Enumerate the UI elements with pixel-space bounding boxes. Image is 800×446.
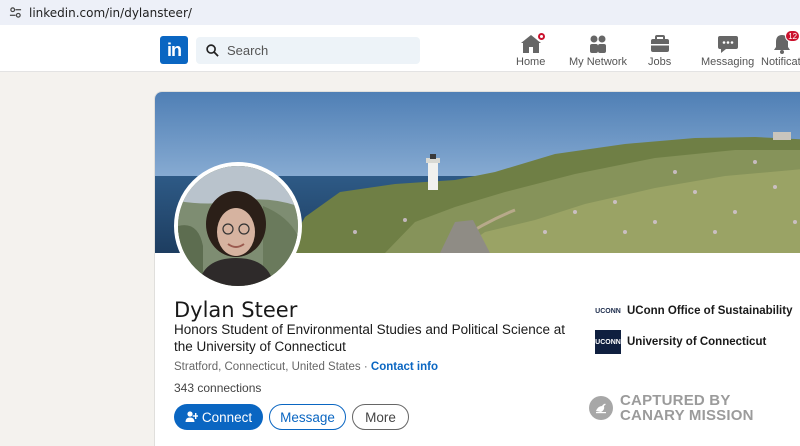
connections-count[interactable]: 343 connections — [174, 381, 261, 395]
org-name: UConn Office of Sustainability — [627, 305, 793, 317]
nav-item-notifications-label: Notificati — [761, 56, 800, 68]
connect-button-label: Connect — [201, 409, 253, 425]
notifications-count-badge: 12 — [785, 30, 800, 42]
contact-info-link[interactable]: Contact info — [371, 361, 438, 373]
search-box[interactable] — [196, 37, 420, 64]
canary-bird-icon — [589, 396, 613, 420]
profile-location: Stratford, Connecticut, United States — [174, 361, 361, 373]
nav-item-home[interactable]: Home — [516, 31, 547, 70]
home-icon — [520, 31, 547, 54]
watermark-line-1: CAPTURED BY — [620, 392, 731, 409]
more-button[interactable]: More — [352, 404, 409, 430]
nav-item-home-label: Home — [516, 56, 546, 68]
network-icon — [587, 34, 609, 54]
org-university-of-connecticut[interactable]: UCONN University of Connecticut — [595, 330, 766, 354]
profile-name: Dylan Steer — [174, 298, 298, 322]
location-separator: · — [363, 361, 368, 373]
briefcase-icon — [649, 34, 671, 54]
nav-item-jobs-label: Jobs — [648, 56, 672, 68]
search-icon — [206, 44, 219, 57]
home-notification-dot — [535, 31, 547, 42]
uconn-logo: UCONN — [595, 330, 621, 354]
site-settings-icon[interactable] — [8, 6, 22, 20]
nav-item-notifications[interactable]: 12 Notificati — [761, 30, 800, 70]
message-button[interactable]: Message — [269, 404, 346, 430]
org-uconn-sustainability[interactable]: UCONN UConn Office of Sustainability — [595, 299, 792, 323]
watermark-line-2: CANARY MISSION — [620, 407, 754, 424]
search-input[interactable] — [227, 43, 407, 58]
uconn-logo: UCONN — [595, 299, 621, 323]
top-navigation: in Home My Network Jobs Messaging 12 — [0, 25, 800, 72]
profile-headline: Honors Student of Environmental Studies … — [174, 322, 565, 354]
url-text[interactable]: linkedin.com/in/dylansteer/ — [29, 6, 192, 20]
profile-avatar[interactable] — [174, 162, 302, 290]
nav-item-messaging-label: Messaging — [701, 56, 755, 68]
org-name: University of Connecticut — [627, 336, 767, 348]
linkedin-logo[interactable]: in — [160, 36, 188, 64]
browser-url-bar[interactable]: linkedin.com/in/dylansteer/ — [0, 0, 800, 25]
connect-button[interactable]: Connect — [174, 404, 263, 430]
nav-item-my-network-label: My Network — [569, 56, 628, 68]
bell-icon: 12 — [771, 30, 800, 54]
messaging-icon — [717, 34, 739, 54]
nav-item-my-network[interactable]: My Network — [569, 34, 627, 70]
profile-location-row: Stratford, Connecticut, United States · … — [174, 361, 438, 373]
add-person-icon — [185, 411, 198, 422]
canary-mission-watermark: CAPTURED BY CANARY MISSION — [589, 393, 754, 423]
nav-item-jobs[interactable]: Jobs — [648, 34, 671, 70]
nav-item-messaging[interactable]: Messaging — [701, 34, 754, 70]
